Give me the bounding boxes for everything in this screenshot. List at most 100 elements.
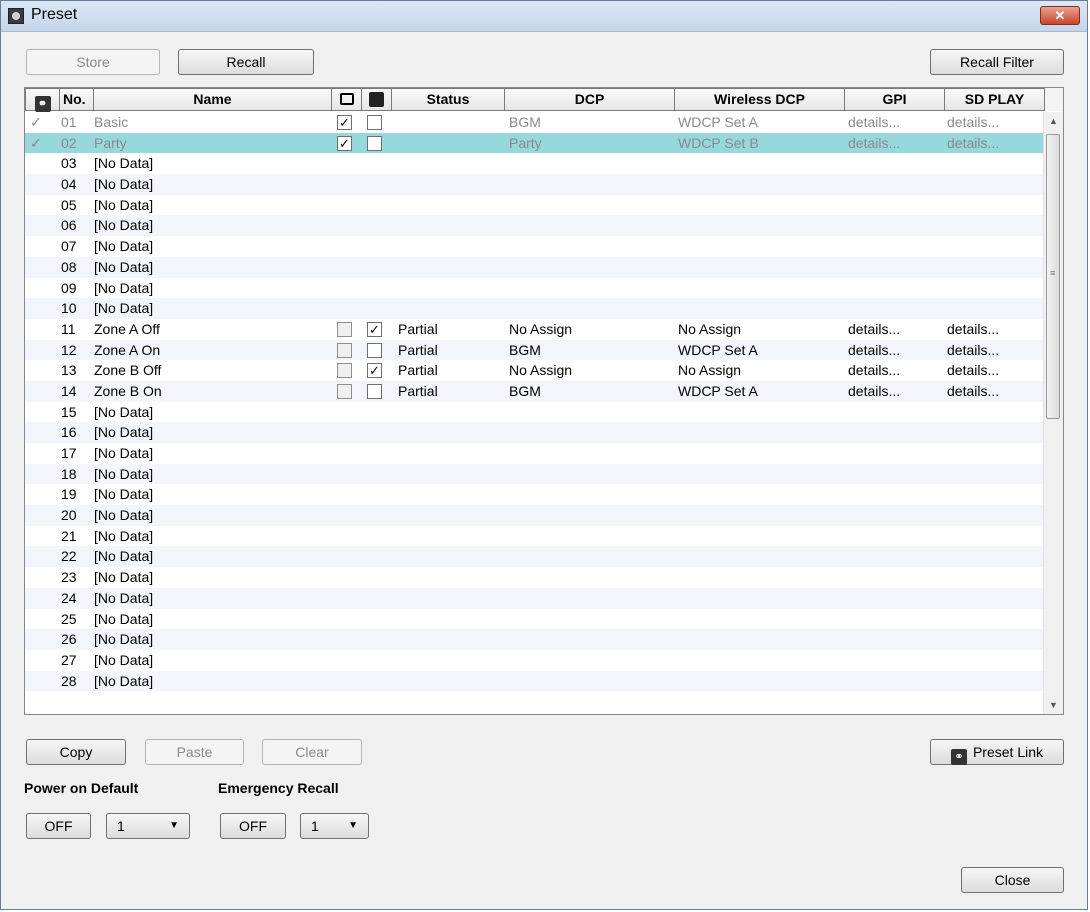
clear-button[interactable]: Clear [262,739,362,765]
link-column-header[interactable]: ⚭ [25,88,60,112]
table-row[interactable]: 06 [No Data] [25,215,1045,237]
recall-filter-button[interactable]: Recall Filter [930,49,1064,75]
preset-number: 10 [61,300,77,317]
table-row[interactable]: 07 [No Data] [25,236,1045,257]
preset-number: 13 [61,362,77,379]
schedule-checkbox[interactable] [367,115,382,130]
wireless-dcp-column-header[interactable]: Wireless DCP [675,88,845,111]
table-row[interactable]: 15 [No Data] [25,402,1045,423]
close-button[interactable]: Close [961,867,1064,893]
schedule-checkbox[interactable] [367,383,382,399]
table-row[interactable]: 12 Zone A On Partial BGM WDCP Set A details..… [25,339,1045,361]
preset-table: ⚭ No. Name Status DCP Wireless DCP GPI S… [24,87,1064,715]
dcp-cell: BGM [509,114,541,130]
table-row[interactable]: 04 [No Data] [25,174,1045,195]
recalled-check-icon: ✓ [30,114,42,130]
power-on-default-select[interactable]: 1 ▼ [106,813,190,839]
table-row[interactable]: ✓ 02 Party ✓ Party WDCP Set B details... detail… [25,132,1045,154]
window-close-button[interactable]: ✕ [1040,6,1080,25]
table-row[interactable]: 25 [No Data] [25,609,1045,630]
table-row[interactable]: 20 [No Data] [25,505,1045,526]
dcp-cell: No Assign [509,362,573,379]
lock-column-header[interactable] [332,88,362,111]
name-column-header[interactable]: Name [94,88,332,111]
table-row[interactable]: 19 [No Data] [25,484,1045,505]
table-row[interactable]: 11 Zone A Off ✓ Partial No Assign No Assign de… [25,319,1045,340]
table-row[interactable]: 24 [No Data] [25,587,1045,609]
table-row[interactable]: 03 [No Data] [25,153,1045,174]
lock-checkbox[interactable] [337,321,352,337]
lock-checkbox[interactable] [337,363,352,379]
table-row[interactable]: 16 [No Data] [25,422,1045,443]
preset-window: Preset ✕ Store Recall Recall Filter ⚭ No… [0,0,1088,910]
copy-button[interactable]: Copy [26,739,126,765]
dcp-column-header[interactable]: DCP [505,88,675,111]
gpi-details-link: details... [848,134,901,151]
table-row[interactable]: 17 [No Data] [25,443,1045,464]
table-row[interactable]: 28 [No Data] [25,670,1045,692]
table-row[interactable]: 09 [No Data] [25,278,1045,299]
table-row[interactable]: 26 [No Data] [25,629,1045,650]
table-row[interactable]: 05 [No Data] [25,195,1045,216]
table-row[interactable]: 22 [No Data] [25,546,1045,568]
no-column-header[interactable]: No. [60,88,94,111]
schedule-checkbox[interactable] [367,135,382,151]
preset-number: 26 [61,631,77,648]
emergency-recall-toggle[interactable]: OFF [220,813,286,839]
link-icon: ⚭ [950,749,967,765]
table-row[interactable]: ✓ 01 Basic ✓ BGM WDCP Set A details... details.… [25,112,1045,133]
clock-column-header[interactable] [362,88,392,111]
preset-number: 07 [61,238,77,255]
lock-checkbox[interactable]: ✓ [337,135,352,151]
power-on-default-toggle[interactable]: OFF [26,813,91,839]
gpi-column-header[interactable]: GPI [845,88,945,111]
preset-link-button[interactable]: ⚭ Preset Link [930,739,1064,765]
preset-name: Party [94,134,127,151]
status-column-header[interactable]: Status [392,88,505,111]
chevron-down-icon: ▼ [348,820,358,831]
paste-button[interactable]: Paste [145,739,244,765]
preset-number: 16 [61,424,77,441]
lock-checkbox[interactable] [337,342,352,358]
table-row[interactable]: 18 [No Data] [25,463,1045,485]
dcp-cell: No Assign [509,320,573,337]
lock-checkbox[interactable]: ✓ [337,115,352,130]
scroll-up-icon[interactable]: ▲ [1044,112,1063,130]
table-row[interactable]: 08 [No Data] [25,256,1045,278]
emergency-recall-select[interactable]: 1 ▼ [300,813,369,839]
table-row[interactable]: 27 [No Data] [25,650,1045,671]
gpi-details-link: details... [848,362,901,379]
table-row[interactable]: 10 [No Data] [25,298,1045,319]
store-button[interactable]: Store [26,49,160,75]
sd-play-details-link: details... [947,134,1000,151]
preset-name: [No Data] [94,238,154,255]
schedule-checkbox[interactable] [367,342,382,358]
recall-button[interactable]: Recall [178,49,314,75]
preset-number: 01 [61,114,77,130]
status-cell: Partial [398,362,438,379]
preset-number: 15 [61,403,77,420]
table-row[interactable]: 14 Zone B On Partial BGM WDCP Set A details..… [25,380,1045,402]
preset-name: [No Data] [94,631,154,648]
schedule-checkbox[interactable]: ✓ [367,321,382,337]
gpi-details-link: details... [848,320,901,337]
preset-name: [No Data] [94,279,154,296]
recalled-check-icon: ✓ [30,134,42,151]
table-row[interactable]: 23 [No Data] [25,567,1045,588]
preset-name: [No Data] [94,527,154,544]
wireless-dcp-cell: No Assign [678,362,742,379]
wireless-dcp-cell: WDCP Set A [678,114,758,130]
gpi-details-link: details... [848,341,901,358]
table-row[interactable]: 13 Zone B Off ✓ Partial No Assign No Assign de… [25,360,1045,381]
preset-name: [No Data] [94,300,154,317]
scroll-thumb[interactable]: ≡ [1046,134,1060,419]
table-row[interactable]: 21 [No Data] [25,526,1045,547]
sd-play-column-header[interactable]: SD PLAY [945,88,1045,111]
sd-play-details-link: details... [947,320,1000,337]
preset-name: [No Data] [94,445,154,461]
schedule-checkbox[interactable]: ✓ [367,363,382,379]
vertical-scrollbar[interactable]: ▲ ≡ ▼ [1043,112,1063,714]
lock-checkbox[interactable] [337,383,352,399]
preset-number: 12 [61,341,77,358]
scroll-down-icon[interactable]: ▼ [1044,696,1063,714]
